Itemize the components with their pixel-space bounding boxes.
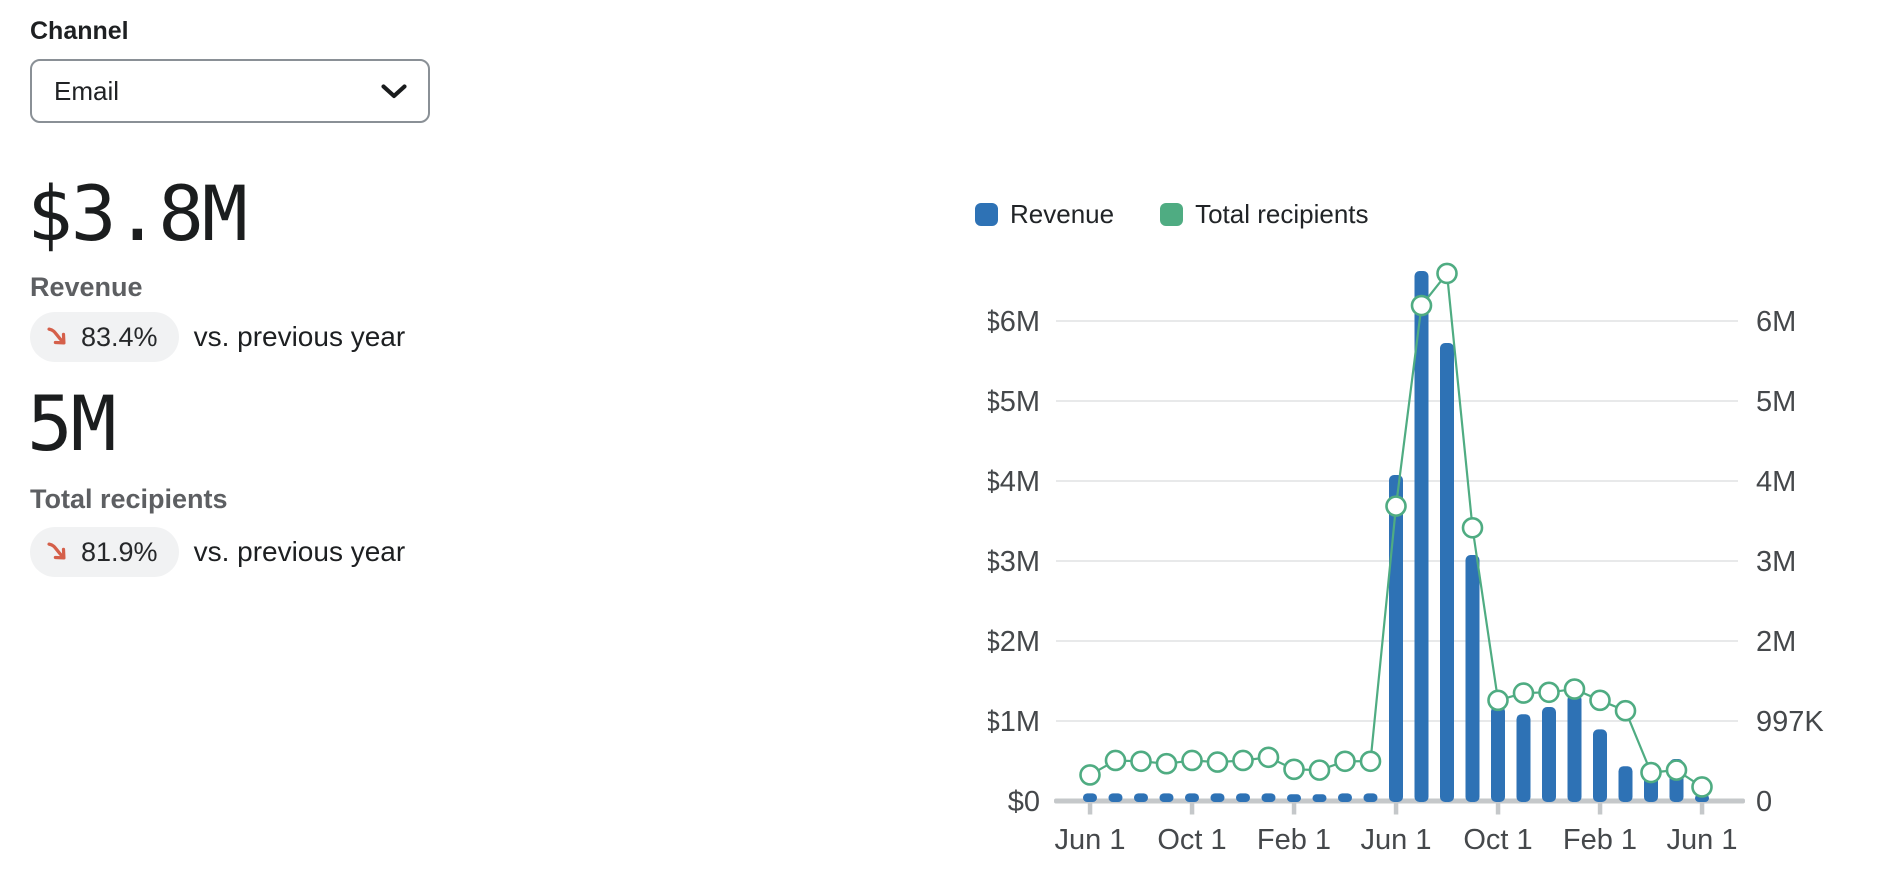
svg-text:$6M: $6M	[988, 306, 1040, 338]
recipients-comparison-text: vs. previous year	[194, 536, 406, 568]
legend-item-revenue: Revenue	[975, 199, 1114, 230]
recipients-delta-row: 81.9% vs. previous year	[30, 527, 405, 577]
svg-text:6M: 6M	[1756, 306, 1796, 338]
revenue-recipients-chart: $0 $1M $2M $3M $4M $5M $6M 0 997K 2M 3M 4M 5M 6M Jun 1…	[988, 248, 1884, 890]
recipients-kpi-value: 5M	[27, 386, 115, 462]
channel-select-value: Email	[54, 76, 119, 107]
svg-text:997K: 997K	[1756, 706, 1824, 738]
svg-text:Feb 1: Feb 1	[1257, 824, 1331, 856]
svg-text:Feb 1: Feb 1	[1563, 824, 1637, 856]
revenue-delta-value: 83.4%	[81, 322, 158, 353]
recipients-kpi-label: Total recipients	[30, 484, 228, 515]
svg-text:Oct 1: Oct 1	[1463, 824, 1532, 856]
svg-text:Jun 1: Jun 1	[1667, 824, 1738, 856]
revenue-swatch	[975, 203, 998, 226]
revenue-comparison-text: vs. previous year	[194, 321, 406, 353]
svg-text:2M: 2M	[1756, 626, 1796, 658]
legend-label-recipients: Total recipients	[1195, 199, 1368, 230]
arrow-down-right-icon	[45, 324, 72, 351]
revenue-delta-badge: 83.4%	[30, 312, 179, 362]
recipients-delta-badge: 81.9%	[30, 527, 179, 577]
svg-text:4M: 4M	[1756, 466, 1796, 498]
analytics-page: { "channel": { "label": "Channel", "sele…	[0, 0, 1884, 890]
legend-label-revenue: Revenue	[1010, 199, 1114, 230]
chart-legend: Revenue Total recipients	[975, 199, 1369, 230]
svg-text:Jun 1: Jun 1	[1361, 824, 1432, 856]
svg-text:Jun 1: Jun 1	[1055, 824, 1126, 856]
channel-select[interactable]: Email	[30, 59, 430, 123]
svg-text:$2M: $2M	[988, 626, 1040, 658]
recipients-delta-value: 81.9%	[81, 537, 158, 568]
recipients-swatch	[1160, 203, 1183, 226]
svg-text:$1M: $1M	[988, 706, 1040, 738]
channel-label: Channel	[30, 17, 129, 46]
svg-text:3M: 3M	[1756, 546, 1796, 578]
svg-text:Oct 1: Oct 1	[1157, 824, 1226, 856]
svg-text:5M: 5M	[1756, 386, 1796, 418]
revenue-kpi-value: $3.8M	[27, 176, 246, 252]
chevron-down-icon	[380, 83, 408, 100]
svg-text:$4M: $4M	[988, 466, 1040, 498]
svg-text:$3M: $3M	[988, 546, 1040, 578]
revenue-delta-row: 83.4% vs. previous year	[30, 312, 405, 362]
svg-text:0: 0	[1756, 786, 1772, 818]
svg-text:$0: $0	[1008, 786, 1040, 818]
svg-text:$5M: $5M	[988, 386, 1040, 418]
arrow-down-right-icon	[45, 539, 72, 566]
legend-item-recipients: Total recipients	[1160, 199, 1368, 230]
revenue-kpi-label: Revenue	[30, 272, 143, 303]
